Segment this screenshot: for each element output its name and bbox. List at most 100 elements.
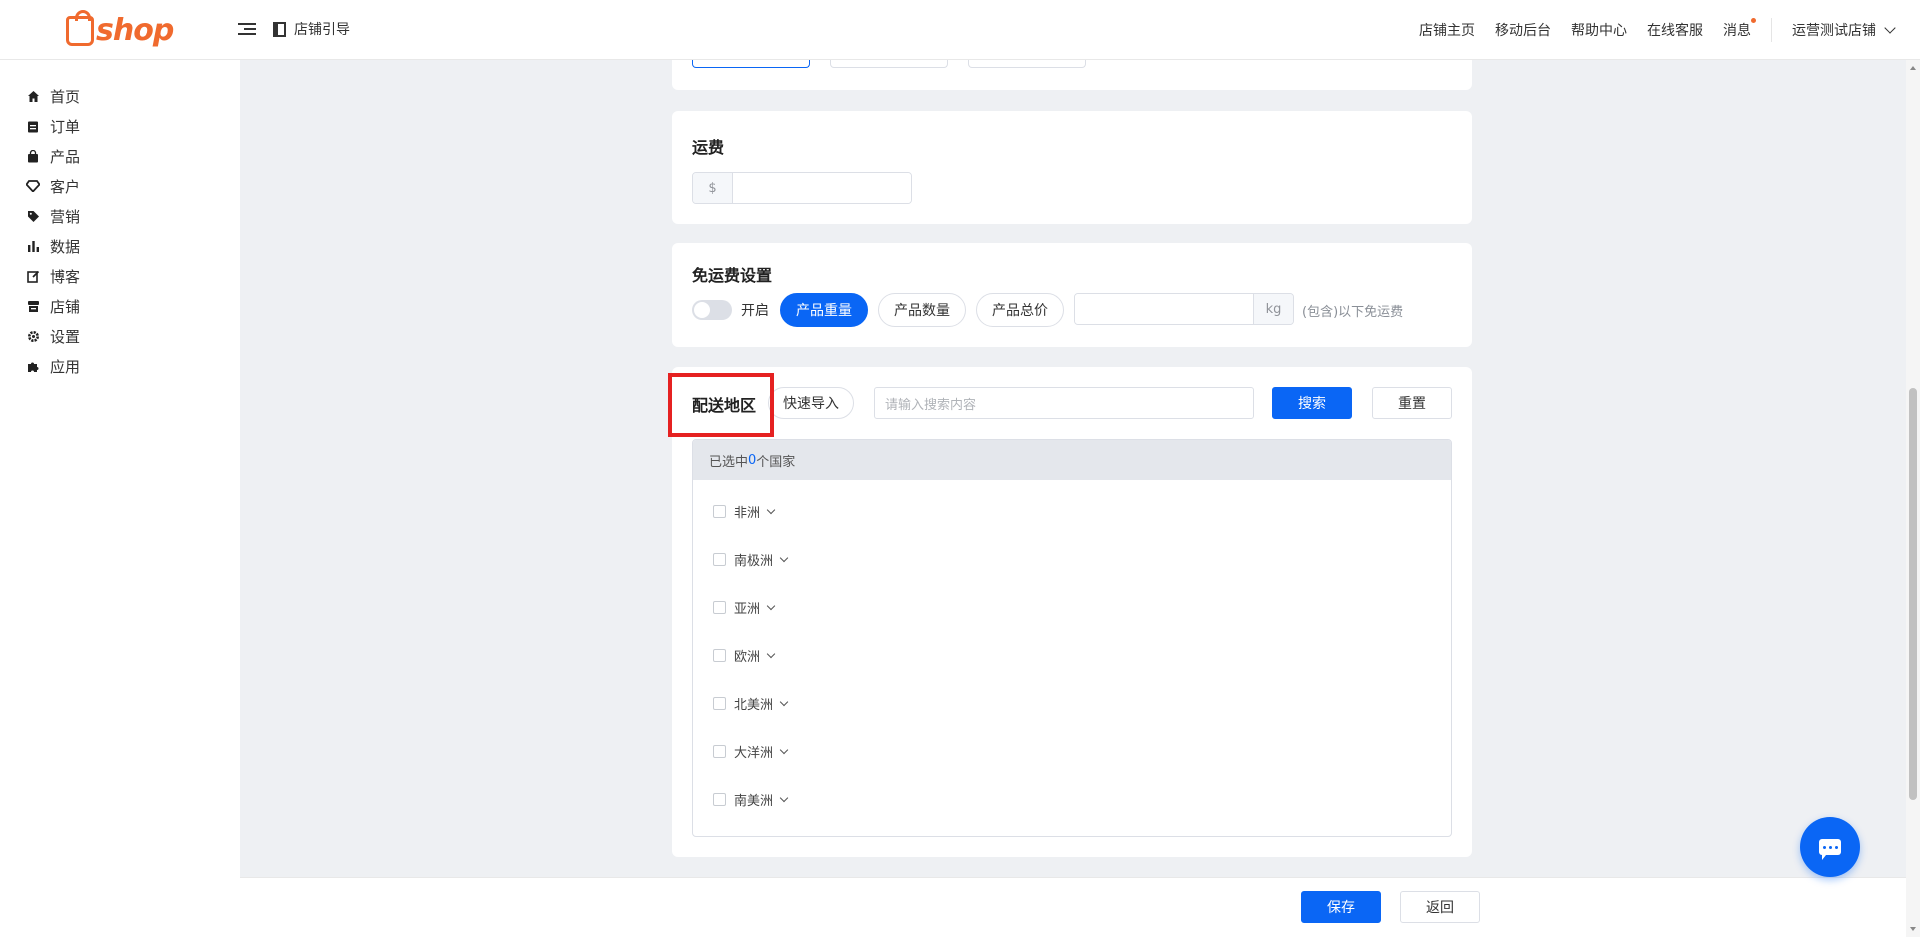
highlight-annotation-box [668, 373, 774, 437]
region-label: 亚洲 [734, 602, 761, 617]
mobile-admin-link[interactable]: 移动后台 [1495, 20, 1551, 40]
chevron-down-icon[interactable] [779, 745, 789, 754]
book-icon [273, 21, 286, 37]
free-shipping-suffix: (包含)以下免运费 [1302, 305, 1404, 320]
chevron-down-icon[interactable] [766, 649, 776, 658]
home-icon [26, 89, 40, 103]
region-item-asia[interactable]: 亚洲 [713, 598, 776, 617]
free-shipping-card: 免运费设置 开启 产品重量 产品数量 产品总价 kg (包含)以下免运费 [672, 243, 1472, 347]
region-checkbox[interactable] [713, 553, 726, 566]
region-item-north-america[interactable]: 北美洲 [713, 694, 789, 713]
messages-link[interactable]: 消息 [1723, 18, 1756, 40]
store-switcher[interactable]: 运营测试店铺 [1792, 20, 1896, 40]
scroll-up-icon[interactable] [1910, 66, 1916, 70]
logo[interactable]: shop [66, 10, 174, 50]
free-shipping-toggle[interactable] [692, 300, 732, 320]
shipping-fee-field[interactable] [733, 173, 911, 203]
region-label: 非洲 [734, 506, 761, 521]
chat-bubble-icon [1819, 839, 1841, 860]
option-product-total[interactable]: 产品总价 [976, 293, 1064, 327]
puzzle-icon [26, 359, 40, 373]
selected-prefix: 已选中 [709, 454, 749, 470]
chevron-down-icon[interactable] [766, 505, 776, 514]
chevron-down-icon[interactable] [779, 793, 789, 802]
option-box[interactable] [692, 60, 810, 68]
help-center-link[interactable]: 帮助中心 [1571, 20, 1627, 40]
region-item-oceania[interactable]: 大洋洲 [713, 742, 789, 761]
quick-import-button[interactable]: 快速导入 [768, 387, 854, 419]
option-box[interactable] [968, 60, 1086, 68]
chevron-down-icon [1884, 22, 1896, 34]
gear-icon [26, 329, 40, 343]
sidebar-item-label: 首页 [50, 87, 81, 106]
region-search-input[interactable]: 请输入搜索内容 [874, 387, 1254, 419]
sidebar-item-marketing[interactable]: 营销 [26, 204, 80, 228]
region-item-antarctica[interactable]: 南极洲 [713, 550, 789, 569]
shipping-fee-input[interactable]: $ [692, 172, 912, 204]
back-button[interactable]: 返回 [1400, 891, 1480, 923]
region-item-south-america[interactable]: 南美洲 [713, 790, 789, 809]
bag-icon [26, 149, 40, 163]
sidebar-item-label: 订单 [50, 117, 81, 136]
diamond-icon [26, 179, 40, 193]
region-checkbox[interactable] [713, 745, 726, 758]
selected-count-header: 已选中 0 个国家 [693, 440, 1451, 480]
nav-divider [1771, 18, 1772, 42]
sidebar-item-settings[interactable]: 设置 [26, 324, 80, 348]
option-product-weight[interactable]: 产品重量 [780, 293, 868, 327]
chevron-down-icon[interactable] [766, 601, 776, 610]
sidebar-item-data[interactable]: 数据 [26, 234, 80, 258]
region-checkbox[interactable] [713, 505, 726, 518]
sidebar-item-label: 店铺 [50, 297, 81, 316]
sidebar-item-customers[interactable]: 客户 [26, 174, 80, 198]
region-checkbox[interactable] [713, 601, 726, 614]
sidebar-item-products[interactable]: 产品 [26, 144, 80, 168]
delivery-region-card: 配送地区 快速导入 请输入搜索内容 搜索 重置 已选中 0 个国家 非洲 南极洲 亚… [668, 367, 1472, 857]
region-checkbox[interactable] [713, 697, 726, 710]
sidebar: 首页 订单 产品 客户 营销 数据 博客 店铺 设置 应用 [0, 60, 240, 937]
region-checkbox[interactable] [713, 649, 726, 662]
scroll-down-icon[interactable] [1910, 927, 1916, 931]
scrollbar-thumb[interactable] [1909, 388, 1917, 800]
sidebar-item-home[interactable]: 首页 [26, 84, 80, 108]
unit-suffix: kg [1253, 294, 1293, 324]
toggle-label: 开启 [741, 303, 769, 319]
chevron-down-icon[interactable] [779, 697, 789, 706]
bar-chart-icon [26, 239, 40, 253]
selected-suffix: 个国家 [756, 454, 796, 470]
region-item-africa[interactable]: 非洲 [713, 502, 776, 521]
chat-button[interactable] [1800, 817, 1860, 877]
sidebar-item-label: 数据 [50, 237, 81, 256]
sidebar-item-blog[interactable]: 博客 [26, 264, 80, 288]
sidebar-item-label: 博客 [50, 267, 81, 286]
region-label: 欧洲 [734, 650, 761, 665]
region-checkbox[interactable] [713, 793, 726, 806]
logo-text: shop [96, 12, 174, 48]
region-label: 南美洲 [734, 794, 774, 809]
save-button[interactable]: 保存 [1301, 891, 1381, 923]
option-box[interactable] [830, 60, 948, 68]
option-product-quantity[interactable]: 产品数量 [878, 293, 966, 327]
top-nav: 店铺主页 移动后台 帮助中心 在线客服 消息 运营测试店铺 [1399, 0, 1896, 60]
threshold-field[interactable] [1075, 294, 1253, 324]
chevron-down-icon[interactable] [779, 553, 789, 562]
sidebar-item-label: 应用 [50, 357, 81, 376]
free-shipping-threshold-input[interactable]: kg [1074, 293, 1294, 325]
page-scrollbar[interactable] [1906, 60, 1920, 937]
region-item-europe[interactable]: 欧洲 [713, 646, 776, 665]
store-home-link[interactable]: 店铺主页 [1419, 20, 1475, 40]
clipboard-icon [26, 119, 40, 133]
sidebar-item-store[interactable]: 店铺 [26, 294, 80, 318]
sidebar-item-orders[interactable]: 订单 [26, 114, 80, 138]
store-guide-link[interactable]: 店铺引导 [273, 19, 350, 39]
reset-button[interactable]: 重置 [1372, 387, 1452, 419]
region-label: 北美洲 [734, 698, 774, 713]
sidebar-item-apps[interactable]: 应用 [26, 354, 80, 378]
online-support-link[interactable]: 在线客服 [1647, 20, 1703, 40]
region-label: 南极洲 [734, 554, 774, 569]
region-label: 大洋洲 [734, 746, 774, 761]
free-shipping-title: 免运费设置 [692, 266, 773, 285]
sidebar-item-label: 客户 [50, 177, 81, 196]
menu-toggle-icon[interactable] [238, 20, 256, 38]
search-button[interactable]: 搜索 [1272, 387, 1352, 419]
